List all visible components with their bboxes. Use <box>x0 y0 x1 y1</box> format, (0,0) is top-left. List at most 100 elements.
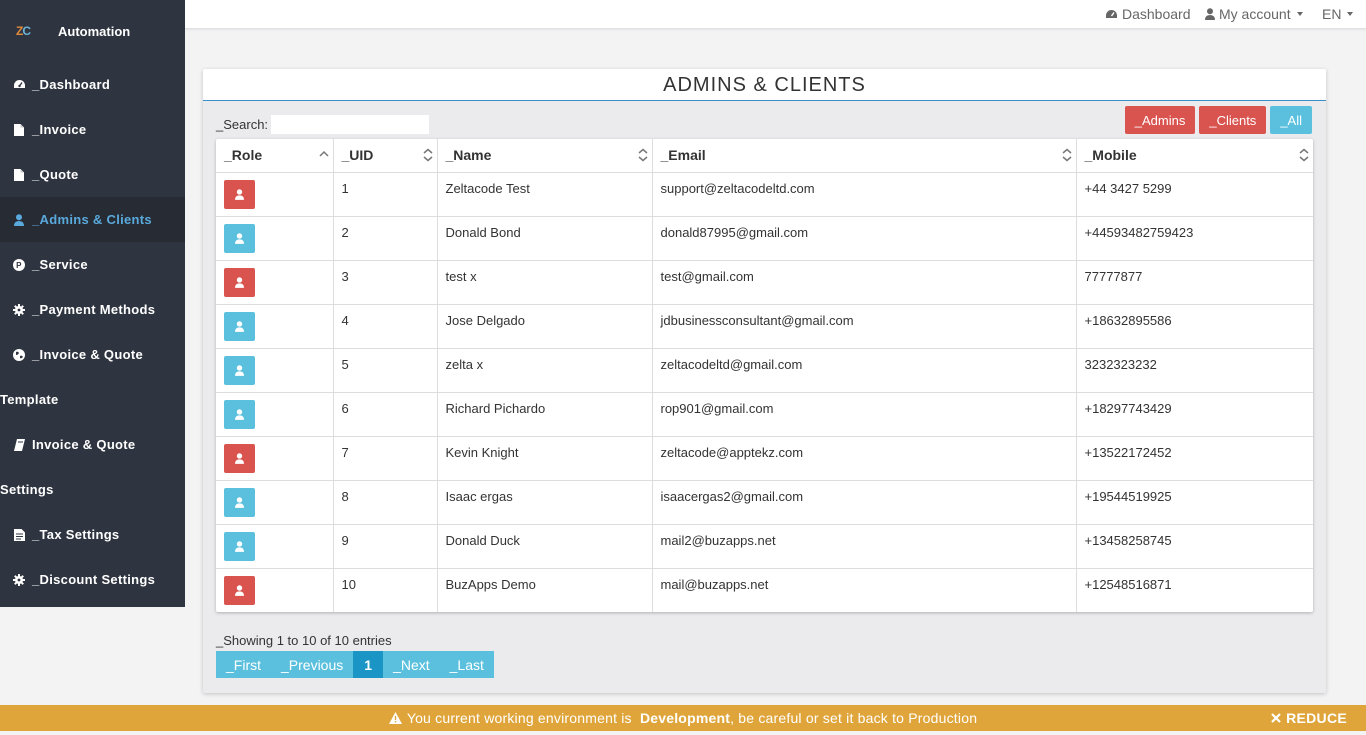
name-cell: Jose Delgado <box>437 304 653 349</box>
mobile-cell: +18297743429 <box>1076 392 1313 437</box>
role-admin-button[interactable] <box>224 575 255 605</box>
table-row: 4 Jose Delgado jdbusinessconsultant@gmail.… <box>216 304 1313 349</box>
user-icon <box>235 408 244 420</box>
uid-cell: 3 <box>333 260 438 305</box>
uid-cell: 6 <box>333 392 438 437</box>
reduce-banner-button[interactable]: REDUCE <box>1271 710 1347 726</box>
email-cell: mail2@buzapps.net <box>652 524 1077 569</box>
user-icon <box>12 213 26 227</box>
file-icon <box>12 123 26 137</box>
sidebar-item-invoice-quote-template[interactable]: Invoice & Quote <box>0 422 185 467</box>
role-cell <box>216 260 334 305</box>
topbar-account-menu[interactable]: My account <box>1205 6 1303 22</box>
table-row: 6 Richard Pichardo rop901@gmail.com +182977… <box>216 392 1313 437</box>
filter-admins-button[interactable]: _Admins <box>1124 106 1196 134</box>
mobile-cell: 77777877 <box>1076 260 1313 305</box>
environment-name: Development <box>639 710 731 726</box>
column-header-role[interactable]: _Role <box>216 139 334 173</box>
column-header-mobile[interactable]: _Mobile <box>1076 139 1313 173</box>
role-admin-button[interactable] <box>224 179 255 209</box>
uid-cell: 4 <box>333 304 438 349</box>
email-cell: zeltacode@apptekz.com <box>652 436 1077 481</box>
user-icon <box>235 540 244 552</box>
filter-clients-button[interactable]: _Clients <box>1199 106 1267 134</box>
sort-icon <box>1299 148 1309 162</box>
search-row: _Search: <box>216 115 430 134</box>
search-input[interactable] <box>271 115 430 134</box>
close-icon <box>1271 710 1281 726</box>
column-header-uid[interactable]: _UID <box>333 139 438 173</box>
role-client-button[interactable] <box>224 531 255 561</box>
role-cell <box>216 480 334 525</box>
sidebar-item-dashboard[interactable]: _Dashboard <box>0 62 185 107</box>
name-cell: Donald Bond <box>437 216 653 261</box>
table-row: 3 test x test@gmail.com 77777877 <box>216 260 1313 305</box>
dashboard-icon <box>1106 9 1117 18</box>
role-cell <box>216 304 334 349</box>
role-cell <box>216 436 334 481</box>
user-icon <box>235 320 244 332</box>
globe-icon <box>12 348 26 362</box>
email-cell: jdbusinessconsultant@gmail.com <box>652 304 1077 349</box>
sidebar-item-service[interactable]: P _Service <box>0 242 185 287</box>
uid-cell: 5 <box>333 348 438 393</box>
sidebar-item-invoice[interactable]: _Invoice <box>0 107 185 152</box>
role-client-button[interactable] <box>224 355 255 385</box>
first-page-button[interactable]: _First <box>216 651 271 678</box>
environment-banner: You current working environment is Devel… <box>0 705 1366 731</box>
topbar: Dashboard My account EN <box>185 0 1366 29</box>
table-row: 5 zelta x zeltacodeltd@gmail.com 3232323232 <box>216 348 1313 393</box>
previous-page-button[interactable]: _Previous <box>271 651 354 678</box>
topbar-dashboard-link[interactable]: Dashboard <box>1105 6 1191 22</box>
dashboard-icon <box>12 78 26 92</box>
name-cell: zelta x <box>437 348 653 393</box>
next-page-button[interactable]: _Next <box>383 651 440 678</box>
role-cell <box>216 216 334 261</box>
user-icon <box>235 188 244 200</box>
role-client-button[interactable] <box>224 487 255 517</box>
email-cell: zeltacodeltd@gmail.com <box>652 348 1077 393</box>
environment-suffix: , be careful or set it back to Productio… <box>730 710 978 726</box>
role-client-button[interactable] <box>224 399 255 429</box>
sidebar-item-discount-settings[interactable]: _Discount Settings <box>0 557 185 602</box>
mobile-cell: 3232323232 <box>1076 348 1313 393</box>
mobile-cell: +13522172452 <box>1076 436 1313 481</box>
sidebar-item-label: _Dashboard <box>32 77 111 92</box>
sidebar-item-invoice-quote[interactable]: _Invoice & Quote <box>0 332 185 377</box>
sidebar-item-quote[interactable]: _Quote <box>0 152 185 197</box>
uid-cell: 2 <box>333 216 438 261</box>
role-client-button[interactable] <box>224 311 255 341</box>
page-1-button[interactable]: 1 <box>353 651 384 678</box>
user-icon <box>1205 8 1215 20</box>
topbar-language-menu[interactable]: EN <box>1322 6 1354 22</box>
brand[interactable]: ZC Automation <box>0 0 185 62</box>
sidebar-heading-template: Template <box>0 392 59 407</box>
role-cell <box>216 348 334 393</box>
sidebar-heading-settings: Settings <box>0 482 54 497</box>
name-cell: Richard Pichardo <box>437 392 653 437</box>
sort-asc-icon <box>318 150 329 157</box>
search-label: _Search: <box>216 117 269 132</box>
name-cell: test x <box>437 260 653 305</box>
email-cell: rop901@gmail.com <box>652 392 1077 437</box>
mobile-cell: +44 3427 5299 <box>1076 172 1313 217</box>
role-cell <box>216 172 334 217</box>
table-row: 7 Kevin Knight zeltacode@apptekz.com +13522… <box>216 436 1313 481</box>
sidebar-item-label: _Admins & Clients <box>32 212 152 227</box>
sidebar-item-label: _Invoice <box>32 122 87 137</box>
filter-all-button[interactable]: _All <box>1270 106 1312 134</box>
column-header-name[interactable]: _Name <box>437 139 653 173</box>
role-admin-button[interactable] <box>224 267 255 297</box>
mobile-cell: +18632895586 <box>1076 304 1313 349</box>
last-page-button[interactable]: _Last <box>439 651 494 678</box>
sidebar-item-tax-settings[interactable]: _Tax Settings <box>0 512 185 557</box>
sidebar-item-payment-methods[interactable]: _Payment Methods <box>0 287 185 332</box>
product-icon: P <box>12 258 26 272</box>
role-admin-button[interactable] <box>224 443 255 473</box>
role-client-button[interactable] <box>224 223 255 253</box>
column-header-email[interactable]: _Email <box>652 139 1077 173</box>
uid-cell: 8 <box>333 480 438 525</box>
pagination-info: _Showing 1 to 10 of 10 entries <box>216 633 392 648</box>
sidebar-item-admins-clients[interactable]: _Admins & Clients <box>0 197 185 242</box>
uid-cell: 7 <box>333 436 438 481</box>
